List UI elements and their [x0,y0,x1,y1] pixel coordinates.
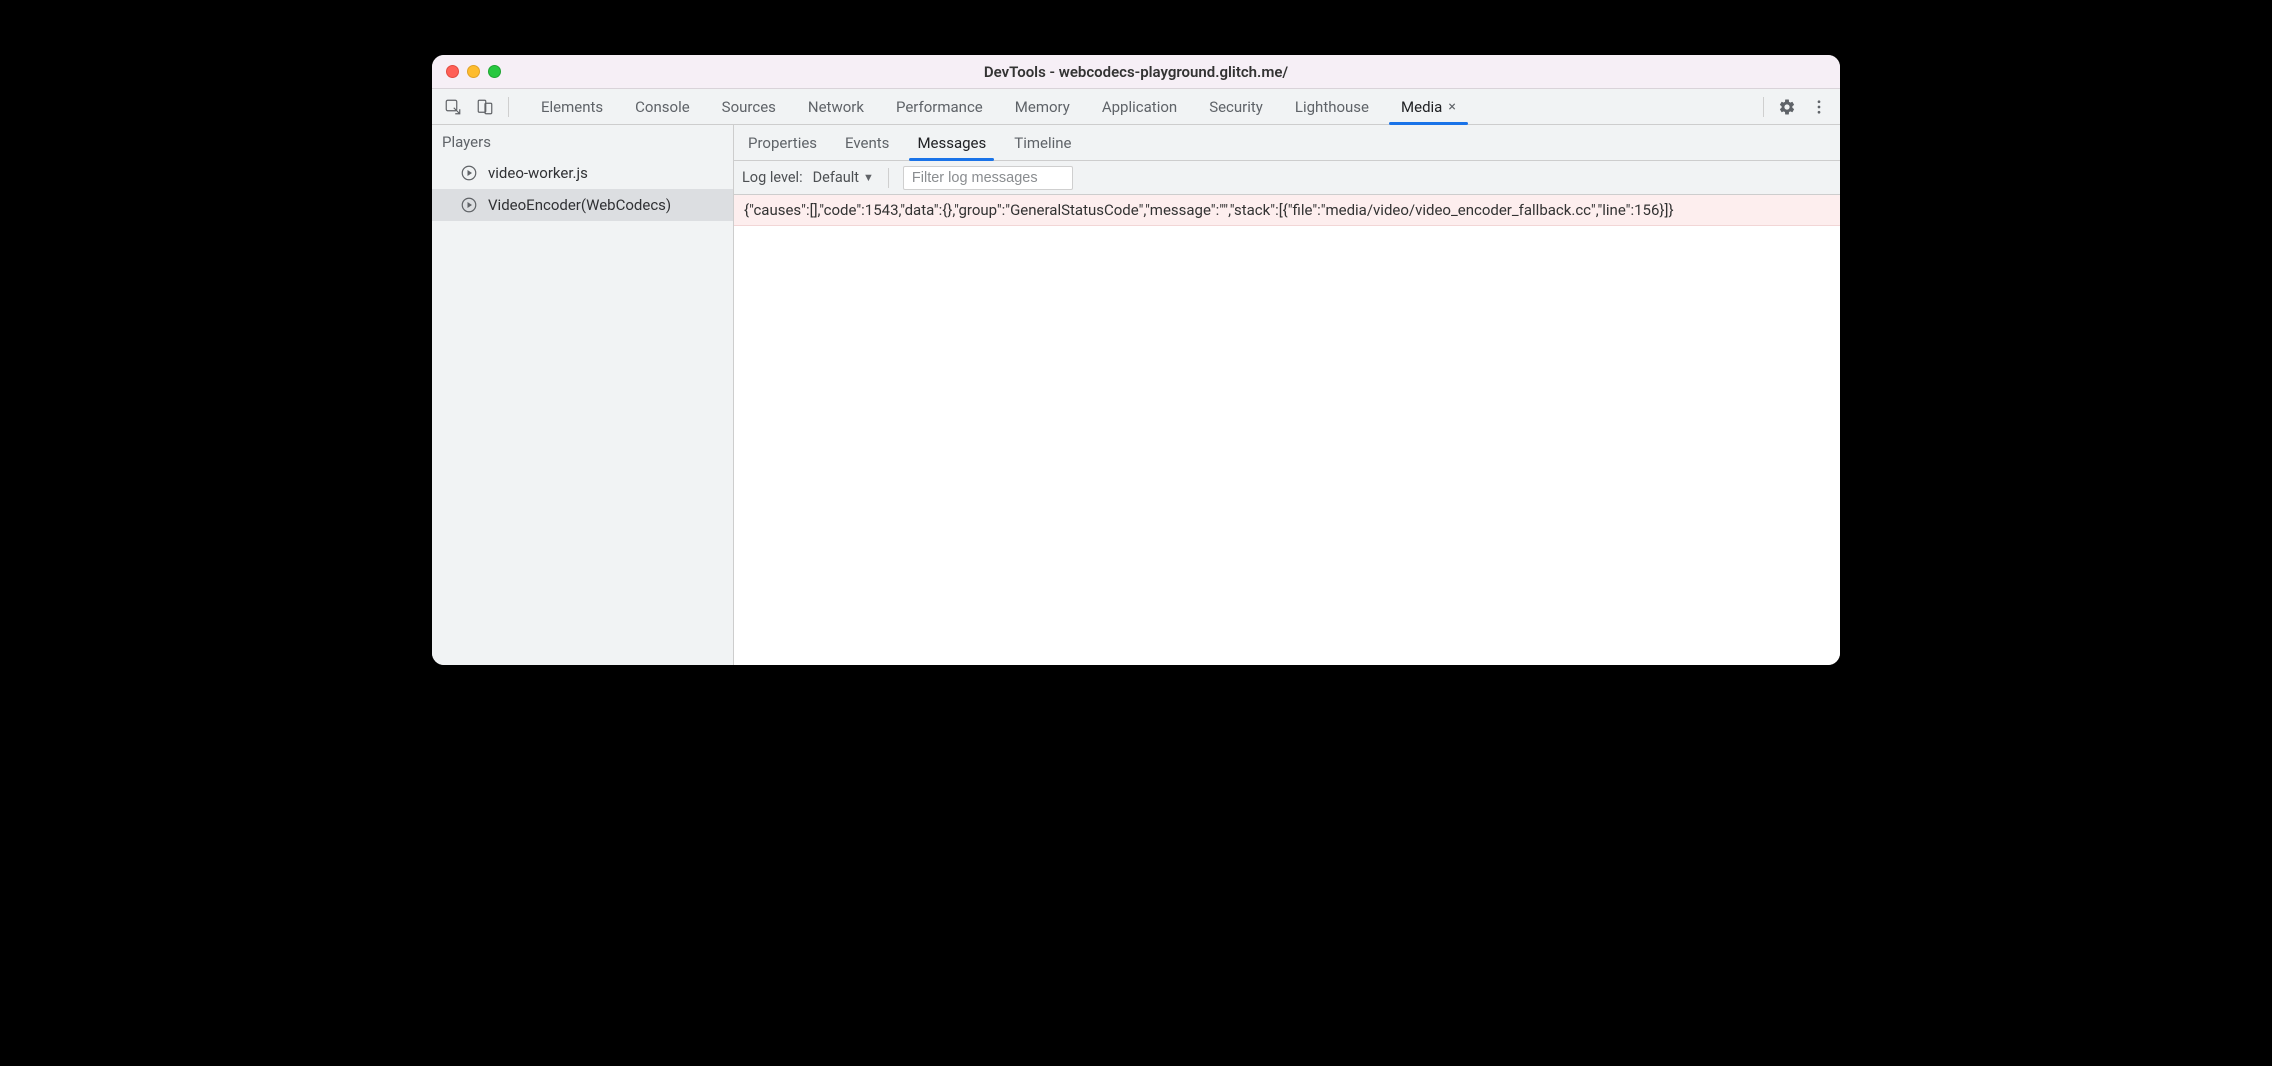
chevron-down-icon: ▼ [863,171,874,184]
toolbar-left-group [440,94,513,120]
device-toolbar-button[interactable] [472,94,498,120]
main-tab-label: Memory [1015,98,1070,116]
traffic-lights [432,65,501,78]
players-heading: Players [432,125,733,157]
main-tab-sources[interactable]: Sources [706,89,792,124]
message-row[interactable]: {"causes":[],"code":1543,"data":{},"grou… [734,195,1840,226]
play-icon [460,196,478,214]
main-tabs: Elements Console Sources Network Performance… [525,89,1753,124]
main-tab-label: Lighthouse [1295,98,1369,116]
main-tab-performance[interactable]: Performance [880,89,999,124]
sub-tab-events[interactable]: Events [831,125,903,160]
main-toolbar: Elements Console Sources Network Performance… [432,89,1840,125]
main-tab-label: Console [635,98,690,116]
more-options-button[interactable] [1806,94,1832,120]
player-item-label: VideoEncoder(WebCodecs) [488,196,671,214]
main-tab-media[interactable]: Media × [1385,89,1472,124]
filter-input[interactable] [903,166,1073,190]
player-item[interactable]: VideoEncoder(WebCodecs) [432,189,733,221]
log-level-select[interactable]: Default ▼ [813,169,874,186]
filter-separator [888,168,889,188]
sub-tabs: PropertiesEventsMessagesTimeline [734,125,1840,161]
log-level-label: Log level: [742,169,803,186]
toolbar-right-group [1759,94,1832,120]
messages-list: {"causes":[],"code":1543,"data":{},"grou… [734,195,1840,665]
close-icon[interactable]: × [1448,100,1455,114]
window-zoom-button[interactable] [488,65,501,78]
toolbar-separator [1763,97,1764,117]
toolbar-separator [508,97,509,117]
main-tab-security[interactable]: Security [1193,89,1279,124]
detail-panel: PropertiesEventsMessagesTimeline Log lev… [734,125,1840,665]
log-level-value: Default [813,169,859,186]
main-tab-application[interactable]: Application [1086,89,1193,124]
panel-body: Players video-worker.js VideoEncoder(WebC… [432,125,1840,665]
players-sidebar: Players video-worker.js VideoEncoder(WebC… [432,125,734,665]
inspect-element-button[interactable] [440,94,466,120]
main-tab-label: Application [1102,98,1177,116]
player-item[interactable]: video-worker.js [432,157,733,189]
titlebar: DevTools - webcodecs-playground.glitch.m… [432,55,1840,89]
settings-button[interactable] [1774,94,1800,120]
main-tab-network[interactable]: Network [792,89,880,124]
player-item-label: video-worker.js [488,164,588,182]
sub-tab-messages[interactable]: Messages [903,125,1000,160]
devtools-window: DevTools - webcodecs-playground.glitch.m… [432,55,1840,665]
main-tab-elements[interactable]: Elements [525,89,619,124]
main-tab-lighthouse[interactable]: Lighthouse [1279,89,1385,124]
sub-tab-timeline[interactable]: Timeline [1000,125,1085,160]
window-close-button[interactable] [446,65,459,78]
main-tab-console[interactable]: Console [619,89,706,124]
main-tab-label: Network [808,98,864,116]
main-tab-label: Media [1401,98,1442,116]
sub-tab-properties[interactable]: Properties [734,125,831,160]
window-minimize-button[interactable] [467,65,480,78]
filter-row: Log level: Default ▼ [734,161,1840,195]
window-title: DevTools - webcodecs-playground.glitch.m… [432,63,1840,81]
main-tab-label: Security [1209,98,1263,116]
players-list: video-worker.js VideoEncoder(WebCodecs) [432,157,733,221]
play-icon [460,164,478,182]
main-tab-label: Elements [541,98,603,116]
main-tab-label: Sources [722,98,776,116]
main-tab-label: Performance [896,98,983,116]
main-tab-memory[interactable]: Memory [999,89,1086,124]
